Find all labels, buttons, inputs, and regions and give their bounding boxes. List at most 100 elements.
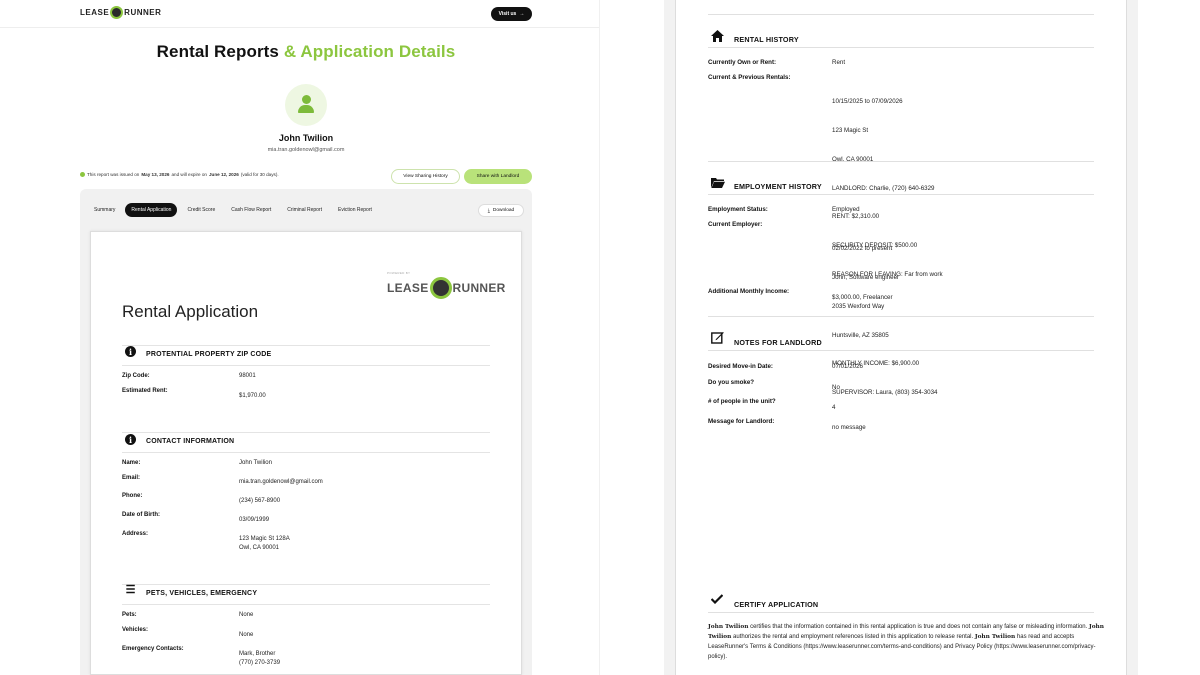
address-line-1: 123 Magic St 128A [239,536,290,542]
powered-by-text: POWERED BY [387,271,411,275]
email-value: mia.tran.goldenowl@gmail.com [239,479,323,485]
doc-logo-text-right: RUNNER [452,281,506,295]
section-divider [708,316,1094,317]
rental-history-heading: RENTAL HISTORY [734,35,799,44]
pets-section-heading: PETS, VEHICLES, EMERGENCY [146,590,258,597]
user-icon [301,95,311,104]
section-divider [708,161,1094,162]
expire-date: June 12, 2026 [208,172,239,177]
download-button[interactable]: ⤓ Download [478,204,524,217]
smoke-label: Do you smoke? [708,379,755,386]
dob-value: 03/09/1999 [239,517,270,523]
certify-header: CERTIFY APPLICATION [708,594,1094,613]
rentals-line: Owl, CA 90001 [832,155,874,163]
rentals-label: Current & Previous Rentals: [708,74,791,81]
page-title-main: Rental Reports [156,42,284,61]
report-validity-notice: This report was issued on May 13, 2026 a… [80,172,279,177]
page-title: Rental Reports & Application Details [0,42,612,62]
message-value: no message [832,424,866,431]
tab-summary[interactable]: Summary [88,203,121,217]
emergency-line-1: Mark, Brother [239,651,276,657]
certify-name: John Twilion [708,624,749,630]
rent-label: Estimated Rent: [122,388,168,394]
emergency-label: Emergency Contacts: [122,646,184,652]
emergency-value: Mark, Brother (770) 270-3739 [239,650,280,668]
rent-value: $1,970.00 [239,393,266,399]
page-title-accent: & Application Details [283,42,456,61]
download-icon: ⤓ [487,208,490,214]
checkmark-icon [710,594,724,607]
rentals-line: 10/15/2025 to 07/09/2026 [832,98,903,106]
email-label: Email: [122,475,141,481]
people-value: 4 [832,404,836,411]
name-label: Name: [122,460,141,466]
address-label: Address: [122,531,149,537]
phone-value: (234) 567-8900 [239,498,281,504]
people-label: # of people in the unit? [708,398,776,405]
info-icon: i [125,346,136,357]
top-navbar: LEASE RUNNER Visit us → [0,0,599,28]
rental-history-header: RENTAL HISTORY [708,30,1094,48]
share-with-landlord-button[interactable]: Share with Landlord [464,169,532,184]
employer-line: 2035 Wexford Way [832,302,885,310]
certify-text-2: authorizes the rental and employment ref… [731,634,975,640]
rental-application-document: POWERED BY LEASE RUNNER Rental Applicati… [90,231,522,675]
notice-suffix: (valid for 30 days). [240,172,279,177]
edit-icon [711,331,724,347]
logo-text-right: RUNNER [124,8,162,17]
additional-income-value: $3,000.00, Freelancer [832,294,893,301]
zip-value: 98001 [239,373,256,379]
employer-line: 02/02/2022 to present [832,245,893,253]
view-sharing-history-button[interactable]: View Sharing History [391,169,460,184]
issued-date: May 13, 2026 [141,172,170,177]
move-in-label: Desired Move-in Date: [708,363,773,370]
employment-status-label: Employment Status: [708,206,768,213]
tab-rental-application[interactable]: Rental Application [125,203,178,217]
move-in-value: 07/01/2026 [832,363,863,370]
address-value: 123 Magic St 128A Owl, CA 90001 [239,535,290,553]
zip-section-heading: PROTENTIAL PROPERTY ZIP CODE [146,351,272,358]
visit-us-label: Visit us [498,11,517,17]
tab-cash-flow-report[interactable]: Cash Flow Report [225,203,277,217]
zip-label: Zip Code: [122,373,150,379]
avatar [285,84,327,126]
vehicles-value: None [239,632,254,638]
logo-mark-icon [110,6,124,19]
pdf-page: RENTAL HISTORY Currently Own or Rent: Re… [675,0,1127,675]
pets-section-header: ☰ PETS, VEHICLES, EMERGENCY [122,583,490,605]
logo-text-left: LEASE [80,8,110,17]
notice-prefix: This report was issued on [87,172,140,177]
employer-line: SUPERVISOR: Laura, (803) 354-3034 [832,389,938,397]
contact-section-header: i CONTACT INFORMATION [122,433,490,453]
tab-eviction-report[interactable]: Eviction Report [332,203,378,217]
info-icon: i [125,434,136,445]
leaserunner-logo[interactable]: LEASE RUNNER [80,6,161,19]
contact-section: i CONTACT INFORMATION Name: John Twilion… [122,432,490,572]
tab-credit-score[interactable]: Credit Score [181,203,221,217]
name-value: John Twilion [239,460,272,466]
pets-value: None [239,612,254,618]
additional-income-label: Additional Monthly Income: [708,288,790,295]
certify-heading: CERTIFY APPLICATION [734,600,819,609]
message-label: Message for Landlord: [708,418,775,425]
document-title: Rental Application [122,302,259,321]
user-icon-body [298,105,314,113]
certify-text-1: certifies that the information contained… [748,624,1089,630]
rentals-line: 123 Magic St [832,126,869,134]
notice-middle: and will expire on [171,172,207,177]
smoke-value: No [832,384,840,391]
arrow-right-icon: → [519,11,525,17]
folder-icon [711,177,725,191]
current-employer-value: 02/02/2022 to present John, Software eng… [832,225,937,417]
user-email: mia.tran.goldenowl@gmail.com [267,147,345,153]
employment-heading: EMPLOYMENT HISTORY [734,182,822,191]
emergency-line-2: (770) 270-3739 [239,660,281,666]
contact-section-heading: CONTACT INFORMATION [146,438,235,445]
employment-header: EMPLOYMENT HISTORY [708,177,1094,195]
own-or-rent-value: Rent [832,59,846,66]
current-employer-label: Current Employer: [708,221,763,228]
web-app-view: LEASE RUNNER Visit us → Rental Reports &… [0,0,600,675]
download-label: Download [492,208,515,213]
tab-criminal-report[interactable]: Criminal Report [281,203,328,217]
visit-us-button[interactable]: Visit us → [491,7,532,21]
